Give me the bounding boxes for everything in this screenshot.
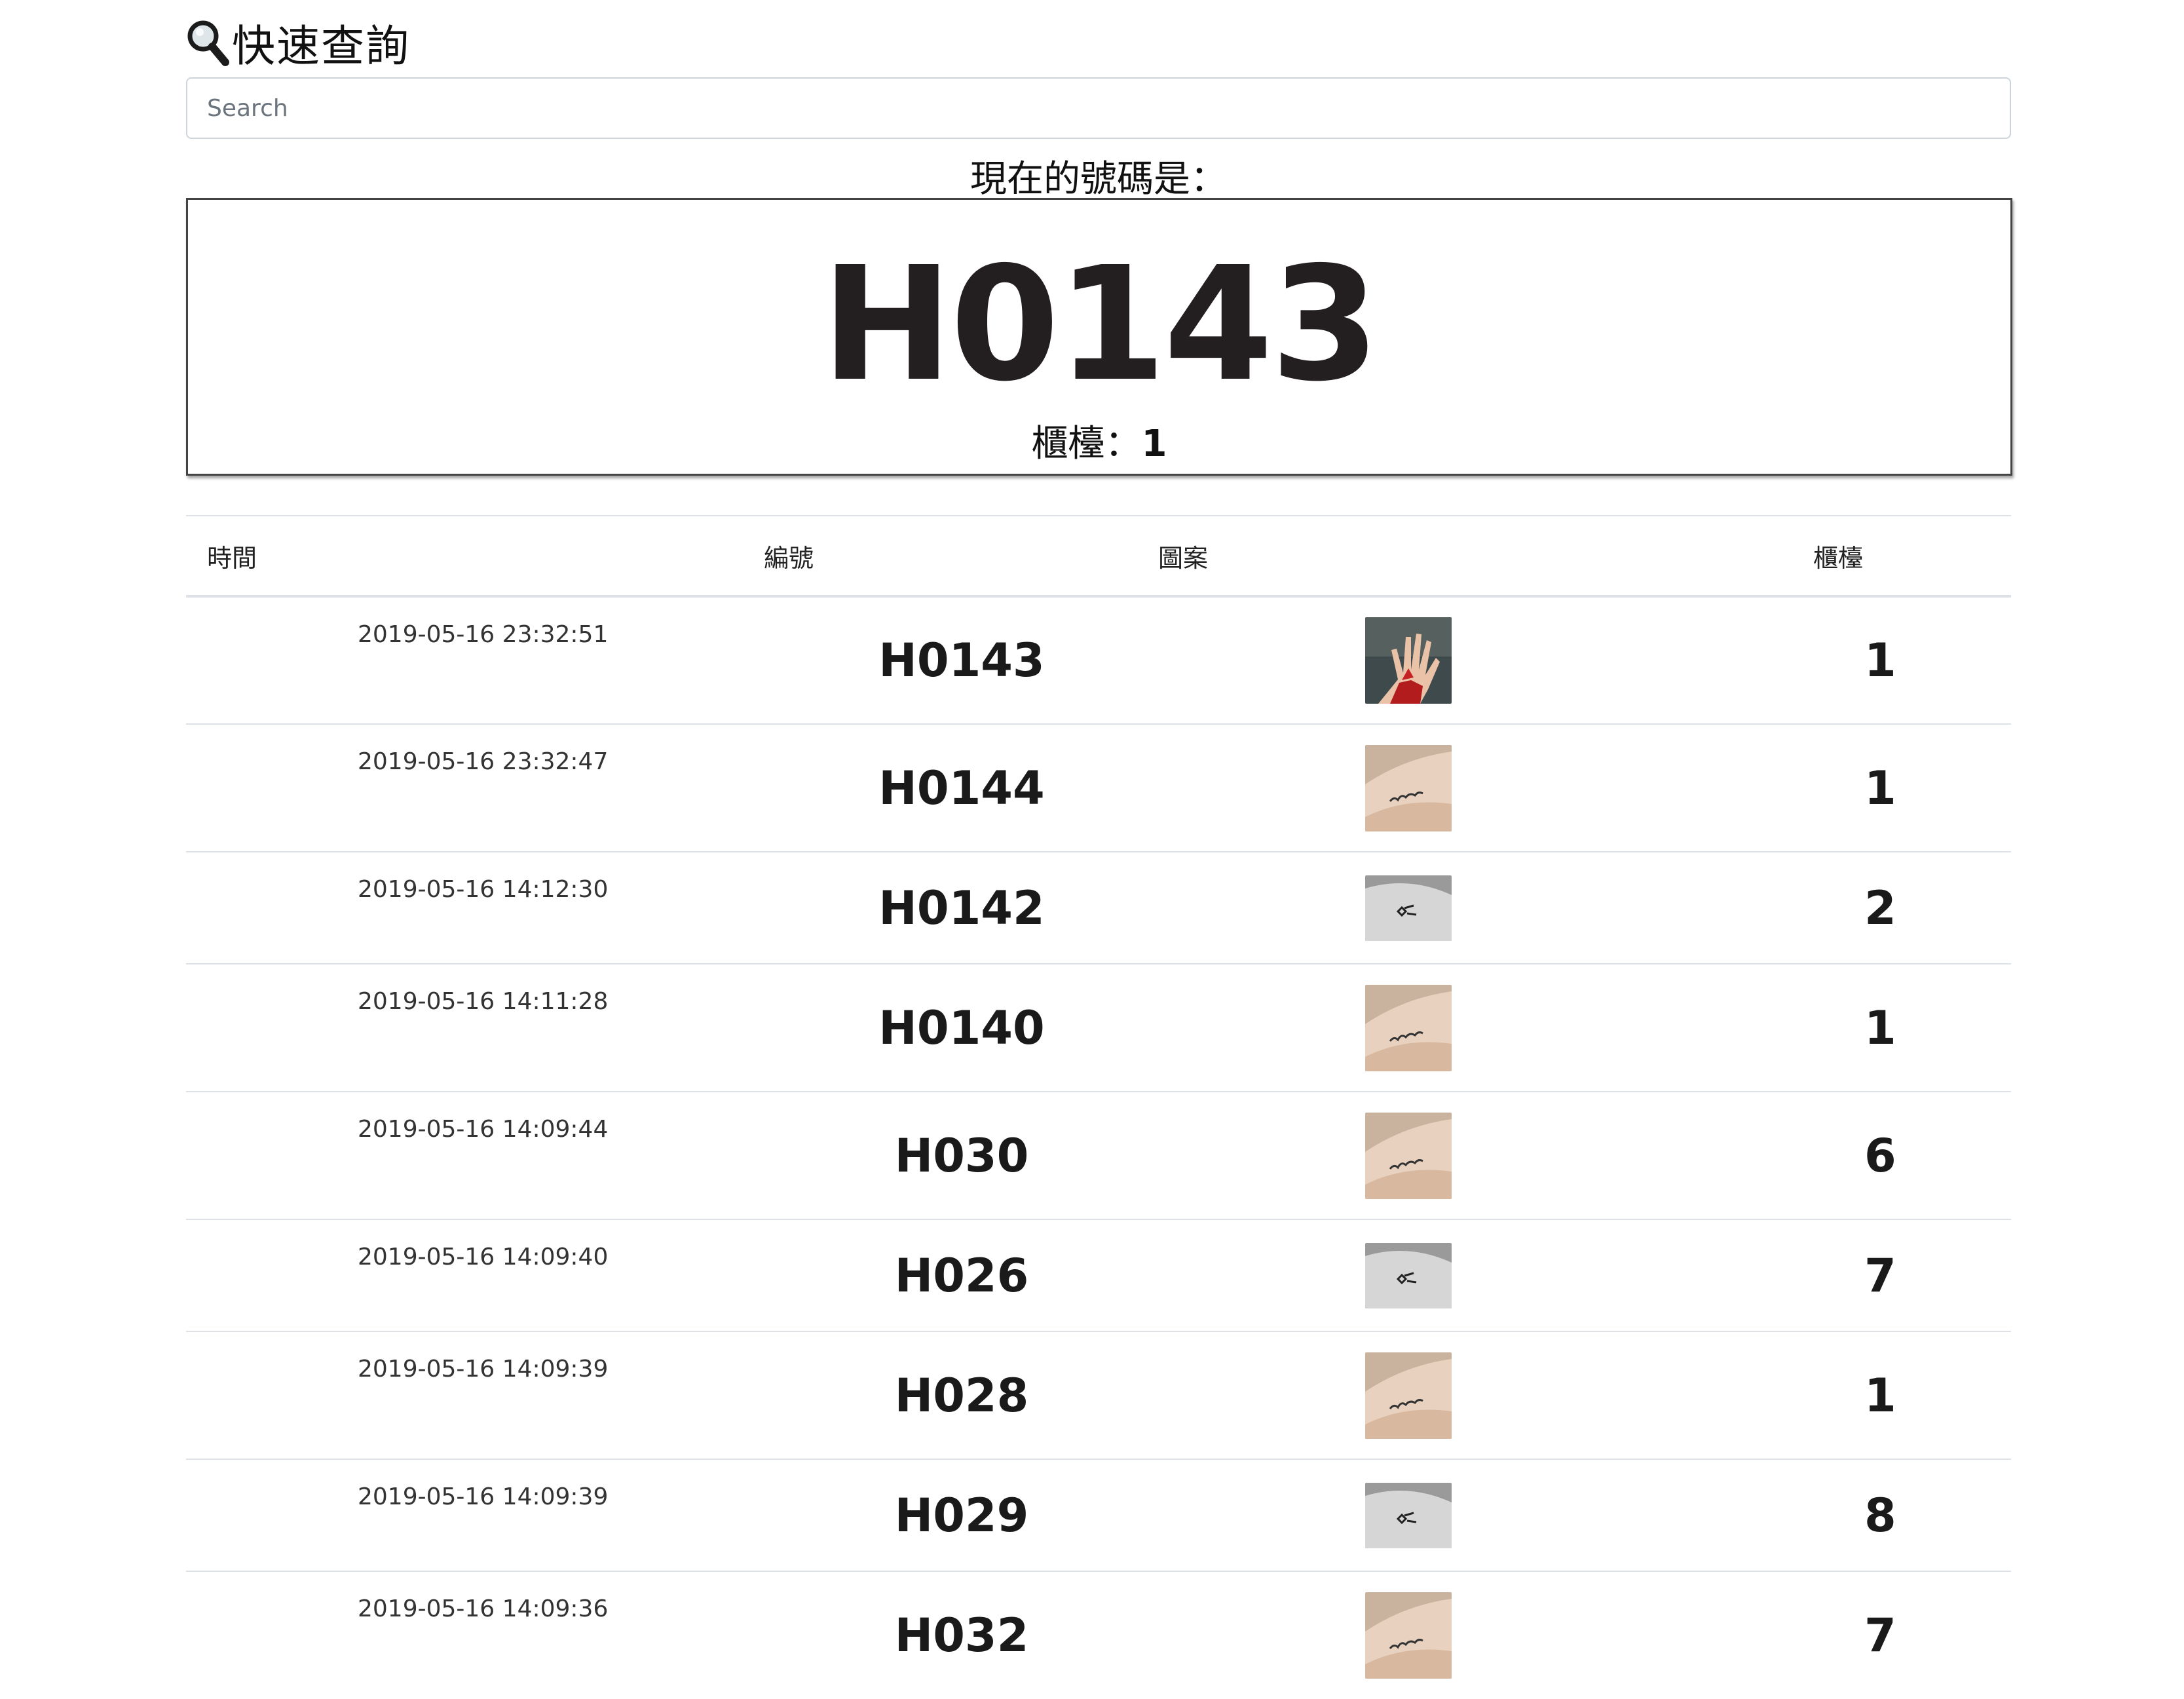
row-time: 2019-05-16 14:09:39 (186, 1459, 765, 1571)
column-header-pattern-text: 圖案 (1158, 543, 1209, 573)
column-header-number: 編號 (764, 515, 1158, 598)
red-hand-photo-thumbnail[interactable] (1365, 617, 1452, 704)
row-time: 2019-05-16 23:32:47 (186, 723, 765, 852)
row-number: H026 (765, 1219, 1158, 1331)
search-input[interactable] (186, 77, 2011, 139)
grey-tattoo-thumbnail[interactable] (1365, 1482, 1452, 1548)
row-number: H030 (765, 1091, 1158, 1219)
table-row[interactable]: 2019-05-16 14:11:28 H0140 1 (186, 963, 2011, 1092)
row-number: H028 (765, 1331, 1158, 1459)
row-time: 2019-05-16 23:32:51 (186, 596, 765, 724)
table-row[interactable]: 2019-05-16 14:09:44 H030 6 (186, 1091, 2011, 1219)
row-number: H0142 (765, 851, 1158, 964)
title-text: 快速查詢 (232, 21, 410, 71)
current-counter-value: 1 (1141, 423, 1167, 465)
current-number-panel: H0143 櫃檯：1 (186, 198, 2012, 476)
row-counter: 1 (1813, 1331, 2011, 1459)
row-time: 2019-05-16 14:11:28 (186, 963, 765, 1092)
grey-tattoo-thumbnail[interactable] (1365, 875, 1452, 941)
row-number: H0140 (765, 963, 1158, 1092)
table-row[interactable]: 2019-05-16 14:09:40 H026 7 (186, 1219, 2011, 1331)
column-header-counter: 櫃檯 (1813, 515, 2011, 598)
column-header-number-text: 編號 (764, 543, 814, 573)
grey-tattoo-thumbnail[interactable] (1365, 1242, 1452, 1308)
row-counter: 7 (1813, 1571, 2011, 1699)
row-time: 2019-05-16 14:12:30 (186, 851, 765, 964)
current-number: H0143 (821, 233, 1380, 416)
page-title: 快速查詢 (186, 13, 410, 72)
wrist-tattoo-thumbnail[interactable] (1365, 744, 1452, 831)
row-pattern-cell (1158, 1091, 1813, 1219)
current-counter: 櫃檯：1 (188, 423, 2010, 466)
magnifier-icon (186, 19, 229, 66)
table-row[interactable]: 2019-05-16 14:09:36 H032 7 (186, 1571, 2011, 1699)
row-counter: 8 (1813, 1459, 2011, 1571)
row-pattern-cell (1158, 1219, 1813, 1331)
row-pattern-cell (1158, 723, 1813, 852)
column-header-time: 時間 (186, 515, 765, 598)
history-table: 時間 編號 圖案 櫃檯 2019-05-16 23:32:51 H0143 1 … (186, 515, 2011, 1699)
current-counter-label: 櫃檯： (1031, 423, 1142, 465)
row-time: 2019-05-16 14:09:40 (186, 1219, 765, 1331)
row-pattern-cell (1158, 1571, 1813, 1699)
row-number: H0143 (765, 596, 1158, 724)
table-row[interactable]: 2019-05-16 14:12:30 H0142 2 (186, 851, 2011, 964)
row-counter: 2 (1813, 851, 2011, 964)
row-counter: 1 (1813, 723, 2011, 852)
row-pattern-cell (1158, 1331, 1813, 1459)
table-header-row: 時間 編號 圖案 櫃檯 (186, 515, 2011, 598)
row-time: 2019-05-16 14:09:36 (186, 1571, 765, 1699)
row-pattern-cell (1158, 963, 1813, 1092)
table-row[interactable]: 2019-05-16 14:09:39 H029 8 (186, 1459, 2011, 1571)
table-row[interactable]: 2019-05-16 23:32:51 H0143 1 (186, 596, 2011, 724)
current-number-label: 現在的號碼是： (970, 158, 1227, 200)
row-pattern-cell (1158, 596, 1813, 724)
row-time: 2019-05-16 14:09:39 (186, 1331, 765, 1459)
row-pattern-cell (1158, 851, 1813, 964)
wrist-tattoo-thumbnail[interactable] (1365, 1112, 1452, 1199)
row-pattern-cell (1158, 1459, 1813, 1571)
wrist-tattoo-thumbnail[interactable] (1365, 984, 1452, 1071)
row-counter: 1 (1813, 963, 2011, 1092)
wrist-tattoo-thumbnail[interactable] (1365, 1592, 1452, 1679)
row-time: 2019-05-16 14:09:44 (186, 1091, 765, 1219)
row-number: H0144 (765, 723, 1158, 852)
row-counter: 7 (1813, 1219, 2011, 1331)
table-row[interactable]: 2019-05-16 23:32:47 H0144 1 (186, 723, 2011, 852)
row-number: H032 (765, 1571, 1158, 1699)
wrist-tattoo-thumbnail[interactable] (1365, 1352, 1452, 1439)
row-counter: 6 (1813, 1091, 2011, 1219)
column-header-pattern: 圖案 (1158, 515, 1813, 598)
table-row[interactable]: 2019-05-16 14:09:39 H028 1 (186, 1331, 2011, 1459)
row-counter: 1 (1813, 596, 2011, 724)
row-number: H029 (765, 1459, 1158, 1571)
